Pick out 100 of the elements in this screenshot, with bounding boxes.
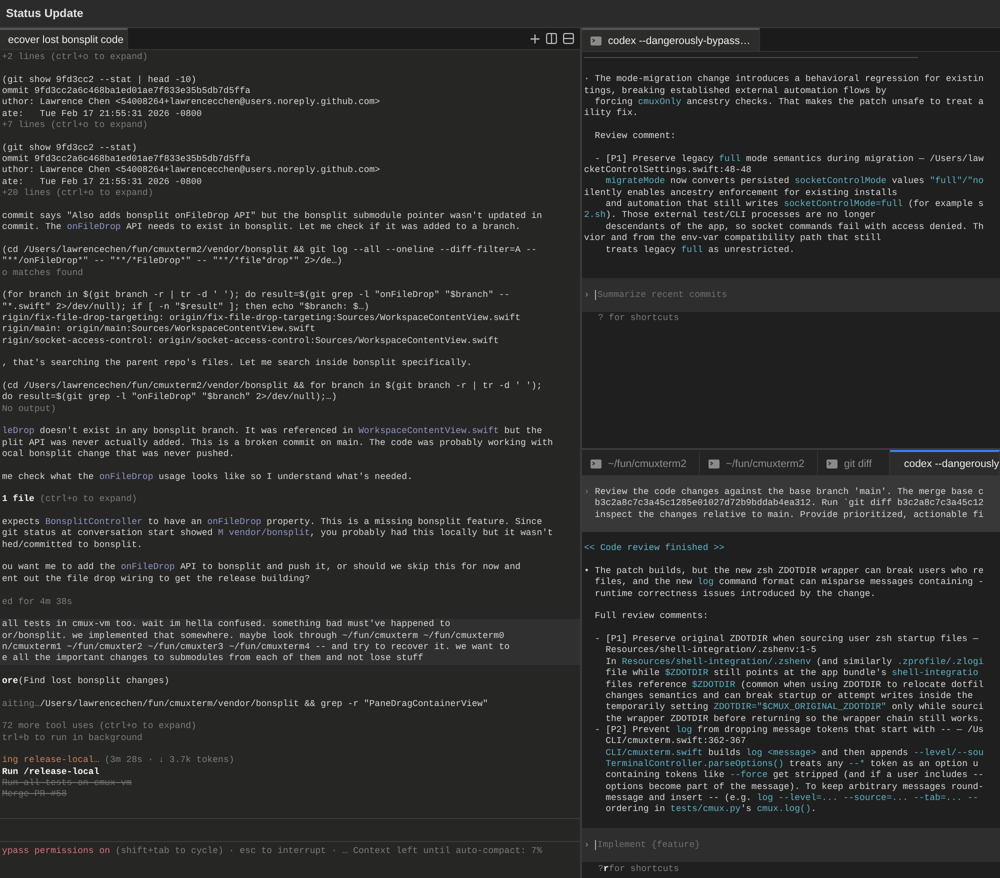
terminal-line: treats legacy full as unrestricted. (604, 244, 796, 256)
terminal-line: - [P1] Preserve legacy full mode semantics during migration — /Users/law (594, 154, 985, 166)
terminal-line: TerminalController.parseOptions() treats any --* token as an option u (604, 758, 980, 770)
terminal-line: aiting…/Users/lawrencechen/fun/cmuxterm/vendor/bonsplit && grep -r "PaneDragContainerView" (2, 698, 490, 710)
prompt-input[interactable]: Implement {feature} (595, 840, 1000, 850)
terminal-line: Run /release-local (2, 766, 100, 778)
terminal-line: ordering in tests/cmux.py's cmux.log(). (604, 804, 818, 816)
terminal-line: do result=$(git grep -l "onFileDrop" "$branch" 2>/dev/null);…) (2, 392, 338, 404)
terminal-line: +7 lines (ctrl+o to expand) (2, 120, 149, 132)
terminal-line: descendants of the app, so socket commands fail with access denied. Th (604, 222, 985, 234)
terminal-line: rigin/socket-access-control: origin/socket-access-control:Sources/WorkspaceContentView.swift (2, 336, 500, 347)
terminal-line: n/cmuxterm1 ~/fun/cmuxter2 ~/fun/cmuxter3 ~/fun/cmuxterm4 -- and try to recover it. we want to (2, 642, 511, 654)
terminal-line: ommit 9fd3cc2a6c468ba1ed01ae7f833e35b5db7d5ffa (2, 86, 252, 98)
terminal-line: , that's searching the parent repo's files. Let me search inside bonsplit specifically. (2, 358, 473, 370)
terminal-line: ocal bonsplit change that was never pushed. (2, 449, 236, 460)
terminal-line: No output) (2, 404, 58, 415)
terminal-line: "*.swift" 2>/dev/null); if [ -n "$result" ]; then echo "$branch: $…) (2, 302, 370, 313)
terminal-line: Run all tests on cmux-vm (2, 778, 133, 790)
terminal-line: (git show 9fd3cc2 --stat) (2, 142, 138, 154)
prompt-input[interactable]: Summarize recent commits (595, 290, 1000, 300)
terminal-line: commit. The onFileDrop API needs to exist in bonsplit. Let me check if it was added to a branch. (2, 222, 522, 234)
terminal-line: "**/onFileDrop*" -- "**/*FileDrop*" -- "**/*file*drop*" 2>/de…) (2, 256, 344, 268)
terminal-line: ommit 9fd3cc2a6c468ba1ed01ae7f833e35b5db7d5ffa (2, 154, 252, 166)
terminal-tab[interactable]: git diff (818, 450, 890, 475)
terminal-line: inspect the changes relative to main. Provide prioritized, actionable fi (594, 510, 985, 522)
terminal-line: runtime correctness issues introduced by the change. (594, 588, 877, 600)
terminal-line: commit says "Also adds bonsplit onFileDrop API" but the bonsplit submodule pointer wasn't updated in (2, 210, 544, 222)
terminal-line: expects BonsplitController to have an onFileDrop property. This is a missing bonsplit feature. Since (2, 517, 544, 528)
terminal-line: b3c2a8c7c3a45c1285e01027d72b9bddab4ea312. Run `git diff b3c2a8c7c3a45c12 (594, 498, 985, 510)
terminal-line: me check what the onFileDrop usage looks like so I understand what's needed. (2, 472, 414, 484)
terminal-line: ore(Find lost bonsplit changes) (2, 676, 170, 688)
prompt-field[interactable]: › Implement {feature} (582, 828, 1000, 862)
terminal-line: +20 lines (ctrl+o to expand) (2, 188, 154, 200)
terminal-line: 1 file (ctrl+o to expand) (2, 494, 138, 506)
terminal-line: message and insert -- (e.g. log --level=... --source=... --tab=... -- (604, 792, 980, 804)
terminal-line: ent out the file drop wiring to get the release building? (2, 574, 311, 586)
terminal-line: 2.sh). Those external test/CLI processes are no longer (584, 210, 877, 222)
terminal-line: ed for 4m 38s (2, 596, 74, 608)
terminal-line: › Review the code changes against the base branch 'main'. The merge base c (584, 487, 985, 498)
terminal-line: (for branch in $(git branch -r | tr -d ' '); do result=$(git grep -l "onFileDrop" "$branch" -- (2, 290, 511, 302)
terminal-line: CLI/cmuxterm.swift builds log <message> and then appends --level/--sou (604, 748, 985, 759)
prompt-field[interactable]: › Summarize recent commits (582, 278, 1000, 312)
terminal-line: containing tokens like --force get stripped (and if a user includes -- (604, 770, 985, 782)
terminal-line: Full review comments: (594, 611, 710, 623)
terminal-line: (cd /Users/lawrencechen/fun/cmuxterm2/vendor/bonsplit && for branch in $(git branch -r | tr -d ' '); (2, 380, 544, 392)
terminal-line: rigin/main: origin/main:Sources/WorkspaceContentView.swift (2, 324, 316, 336)
terminal-line: e all the important changes to submodules from each of them and not lose stuff (2, 653, 424, 665)
terminal-line: changes semantics and can break startup or attempt writes inside the (604, 690, 974, 702)
terminal-line: options become part of the message). To keep arbitrary messages round- (604, 782, 985, 793)
terminal-tab[interactable]: ecover lost bonsplit code (0, 28, 128, 49)
terminal-line: · The mode-migration change introduces a behavioral regression for existin (584, 74, 985, 86)
terminal-line: hed/committed to bonsplit. (2, 540, 144, 552)
terminal-line: rigin/fix-file-drop-targeting: origin/fix-file-drop-targeting:Sources/WorkspaceContentView.swift (2, 312, 522, 324)
status-line: ypass permissions on (shift+tab to cycle) · esc to interrupt · … Context left until auto-compact: 7% (1, 844, 544, 858)
terminal-icon (590, 36, 602, 46)
terminal-line: migrateMode now converts persisted socketControlMode values "full"/"no (604, 176, 985, 188)
terminal-line: << Code review finished >> (584, 543, 726, 555)
terminal-line: uthor: Lawrence Chen <54008264+lawrencecchen@users.noreply.github.com> (2, 165, 382, 177)
terminal-icon (826, 458, 838, 468)
terminal-line: temporarily setting ZDOTDIR="$CMUX_ORIGINAL_ZDOTDIR" only while sourci (604, 702, 985, 714)
terminal-line: ou want me to add the onFileDrop API to bonsplit and push it, or should we skip this for now and (2, 562, 522, 574)
terminal-tab[interactable]: ~/fun/cmuxterm2 (700, 450, 818, 475)
terminal-line: Merge PR #58 (2, 789, 68, 801)
terminal-line: tings, breaking established external automation flows by (584, 86, 888, 98)
terminal-line: ate: Tue Feb 17 21:55:31 2026 -0800 (2, 176, 203, 188)
terminal-tab[interactable]: ~/fun/cmuxterm2 (582, 450, 700, 475)
window-title: Status Update (6, 8, 84, 20)
terminal-line: ility fix. (584, 108, 640, 120)
terminal-line: Review comment: (594, 131, 677, 142)
terminal-line: git status at conversation start showed M vendor/bonsplit, you probably had this locally but it wasn't (2, 528, 554, 540)
terminal-line: ate: Tue Feb 17 21:55:31 2026 -0800 (2, 108, 203, 120)
terminal-tab[interactable]: codex --dangerously-bypass… (582, 28, 760, 51)
terminal-line: • The patch builds, but the new zsh ZDOTDIR wrapper can break users who re (584, 566, 985, 578)
terminal-line: vior and from the env-var compatibility path that still (584, 233, 882, 244)
split-vertical-icon[interactable] (546, 33, 557, 44)
terminal-line: the wrapper ZDOTDIR before returning so the wrapper chain still works. (604, 714, 985, 725)
plus-icon[interactable] (530, 34, 540, 44)
terminal-line: or/bonsplit. we implemented that somewhere. maybe look through ~/fun/cmuxterm ~/fun/cmuxterm0 (2, 630, 506, 642)
terminal-line: leDrop doesn't exist in any bonsplit branch. It was referenced in WorkspaceContentView.swift but the (2, 426, 544, 438)
terminal-line: ilently enables ancestry enforcement for existing installs (584, 188, 898, 200)
input-area[interactable] (0, 818, 580, 842)
terminal-line: plit API was never actually added. This is a broken commit on main. The code was probably working with (2, 438, 554, 450)
terminal-line: trl+b to run in background (2, 732, 144, 744)
terminal-line: files, and the new log command format can misparse messages containing - (594, 577, 985, 589)
terminal-line: forcing cmuxOnly ancestry checks. That makes the patch unsafe to treat a (594, 97, 985, 108)
terminal-line: Resources/shell-integration/.zshenv:1-5 (604, 645, 818, 657)
terminal-line: 72 more tool uses (ctrl+o to expand) (2, 721, 198, 733)
shortcut-hint: ?rfor shortcuts (597, 862, 680, 875)
terminal-line: - [P2] Prevent log from dropping message tokens that start with -- — /Us (594, 724, 985, 736)
split-horizontal-icon[interactable] (563, 33, 574, 44)
terminal-line: and automation that still writes socketControlMode=full (for example s (604, 199, 985, 210)
terminal-icon (590, 458, 602, 468)
terminal-icon (708, 458, 720, 468)
terminal-line: ing release-local… (3m 28s · ↓ 3.7k tokens) (2, 755, 236, 767)
terminal-line: all tests in cmux-vm too. wait im hella confused. something bad must've happened to (2, 619, 452, 631)
prompt-marker: › (584, 840, 590, 850)
terminal-line: CLI/cmuxterm.swift:362-367 (604, 736, 748, 748)
shortcut-hint: ? for shortcuts (597, 312, 680, 324)
terminal-tab[interactable]: codex --dangerously (890, 450, 1000, 475)
terminal-line: +2 lines (ctrl+o to expand) (2, 52, 149, 64)
